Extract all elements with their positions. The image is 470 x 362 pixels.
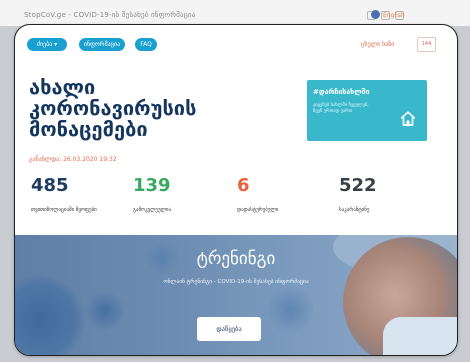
virus-image [265, 285, 315, 335]
stay-home-title: #დარჩისახლში [313, 88, 370, 96]
stat-value-4: 522 [339, 175, 377, 196]
title-line-3: მონაცემები [29, 117, 148, 141]
language-switch[interactable]: English [383, 12, 405, 19]
training-banner: ტრენინგი ონლაინ ტრენინგი - COVID-19-ის შ… [15, 235, 457, 355]
stat-value-3: 6 [237, 175, 250, 196]
stat-label-4: საკარანტინე [339, 207, 370, 213]
page-title: ახალი კორონავირუსის მონაცემები [29, 77, 269, 140]
hotline-label: ცხელი ხაზი [361, 41, 395, 48]
stat-label-3: დადასტურებული [237, 207, 279, 213]
stat-value-1: 485 [31, 175, 69, 196]
stat-label-2: გამოკვლეულია [133, 207, 172, 213]
top-nav: ძიება ▾ ინფორმაცია FAQ ცხელი ხაზი 144 [15, 25, 457, 65]
start-training-button[interactable]: დაწყება [197, 317, 261, 341]
virus-image [85, 291, 125, 331]
doctor-mask-image [383, 317, 457, 355]
virus-image [15, 275, 85, 355]
browser-header: StopCoV.ge - COVID-19-ის შესახებ ინფორმა… [0, 0, 470, 26]
page-frame: ძიება ▾ ინფორმაცია FAQ ცხელი ხაზი 144 ახ… [14, 24, 458, 356]
stay-home-card[interactable]: #დარჩისახლში ვიყენებ სახლში ჩვეულებ, ჩვე… [307, 80, 427, 141]
updated-timestamp: განახლდა: 26.03.2020 19:32 [29, 156, 117, 163]
site-header-title: StopCoV.ge - COVID-19-ის შესახებ ინფორმა… [24, 11, 196, 19]
banner-title: ტრენინგი [196, 249, 276, 269]
faq-button[interactable]: FAQ [135, 38, 157, 51]
stat-label-1: თვითიზოლაციაში მყოფები [31, 207, 97, 213]
banner-subtitle: ონლაინ ტრენინგი - COVID-19-ის შესახებ ინ… [163, 279, 309, 285]
menu-button[interactable]: ძიება ▾ [27, 38, 67, 51]
home-icon [400, 111, 416, 126]
globe-icon[interactable] [371, 10, 380, 19]
hotline-number[interactable]: 144 [417, 37, 436, 52]
info-button[interactable]: ინფორმაცია [79, 38, 125, 51]
stay-home-description: ვიყენებ სახლში ჩვეულებ, ჩვენ ერთად ვართ [313, 103, 369, 114]
stat-value-2: 139 [133, 175, 171, 196]
